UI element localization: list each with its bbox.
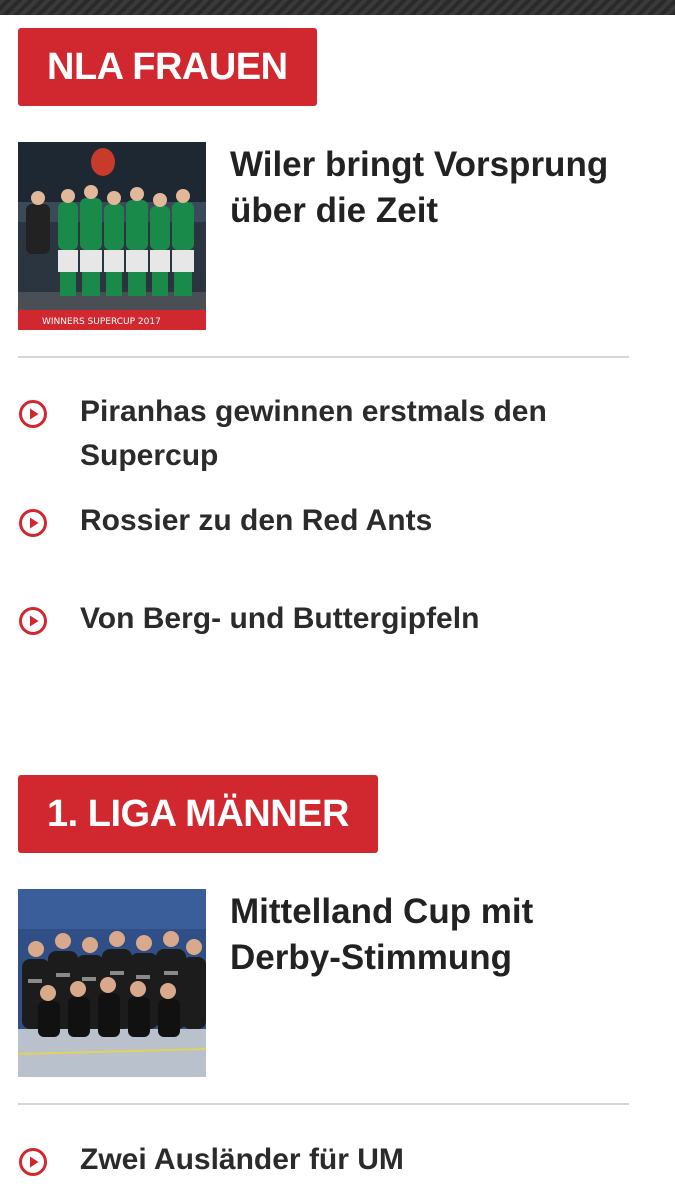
article-link[interactable]: Von Berg- und Buttergipfeln [18,597,629,643]
play-circle-icon [19,1148,47,1176]
divider [18,356,629,358]
article-link[interactable]: Zwei Ausländer für UM [18,1138,629,1184]
section-nla-frauen: NLA FRAUEN WINNERS SUPERCUP 2017 Wiler b… [18,28,629,668]
top-bar [0,0,675,15]
article-link-label[interactable]: Von Berg- und Buttergipfeln [80,597,620,641]
article-link-label[interactable]: Piranhas gewinnen erstmals den Supercup [80,390,620,478]
play-circle-icon [19,509,47,537]
article-link[interactable]: Piranhas gewinnen erstmals den Supercup [18,390,629,480]
teaser-title[interactable]: Wiler bringt Vorsprung über die Zeit [230,142,630,234]
section-1-liga-maenner: 1. LIGA MÄNNER Mittelland Cup mit Derby-… [18,775,629,1200]
teaser-image[interactable] [18,889,206,1077]
play-circle-icon [19,607,47,635]
section-header-nla-frauen[interactable]: NLA FRAUEN [18,28,317,106]
teaser-article[interactable]: WINNERS SUPERCUP 2017 Wiler bringt Vorsp… [18,142,629,332]
svg-text:WINNERS SUPERCUP 2017: WINNERS SUPERCUP 2017 [42,317,161,327]
article-link[interactable]: Rossier zu den Red Ants [18,499,629,545]
teaser-image[interactable]: WINNERS SUPERCUP 2017 [18,142,206,330]
section-header-1-liga-maenner[interactable]: 1. LIGA MÄNNER [18,775,378,853]
teaser-title[interactable]: Mittelland Cup mit Derby-Stimmung [230,889,630,981]
article-link-label[interactable]: Zwei Ausländer für UM [80,1138,620,1182]
teaser-article[interactable]: Mittelland Cup mit Derby-Stimmung [18,889,629,1079]
play-circle-icon [19,400,47,428]
divider [18,1103,629,1105]
article-link-label[interactable]: Rossier zu den Red Ants [80,499,620,543]
